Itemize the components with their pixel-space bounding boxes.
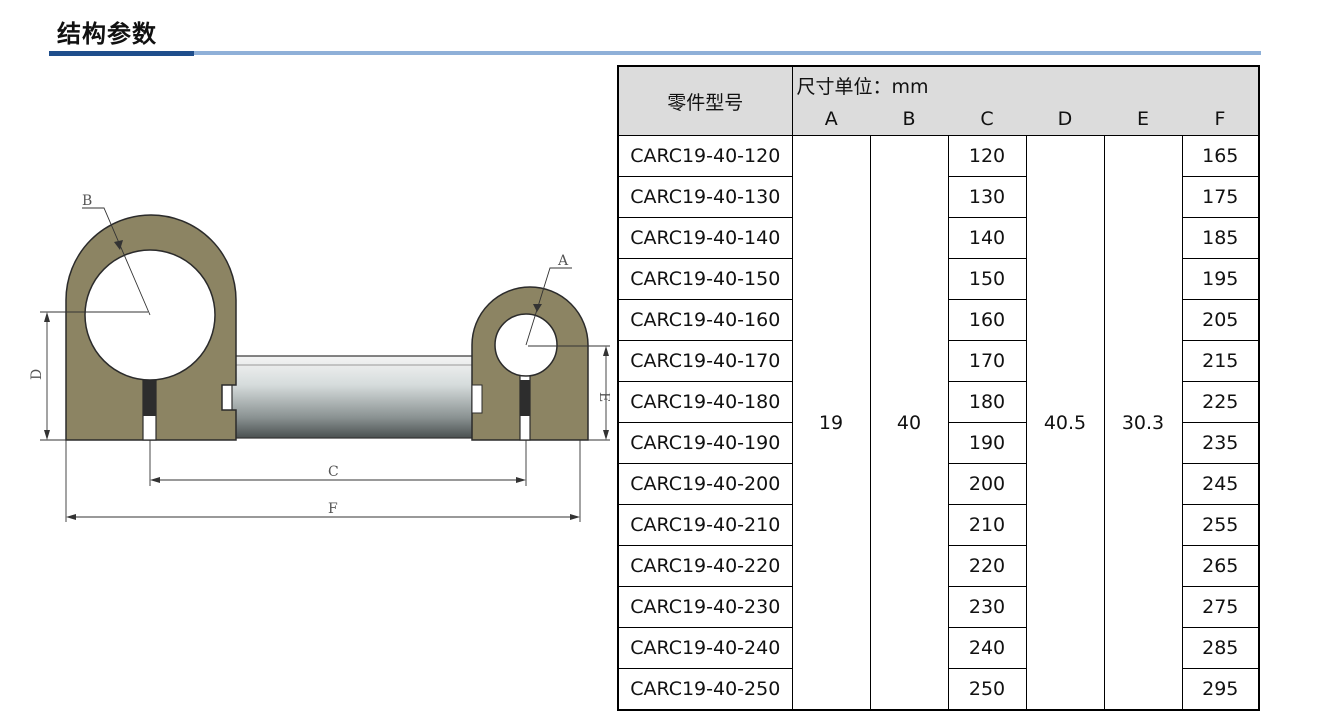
f-value-cell: 225	[1181, 381, 1260, 423]
f-value-cell: 295	[1181, 668, 1260, 711]
part-number-cell: CARC19-40-230	[617, 586, 793, 628]
c-value-cell: 210	[947, 504, 1027, 546]
f-value-cell: 215	[1181, 340, 1260, 382]
part-number-cell: CARC19-40-140	[617, 217, 793, 259]
f-value-cell: 255	[1181, 504, 1260, 546]
header-col-b: B	[870, 103, 948, 136]
part-number-cell: CARC19-40-170	[617, 340, 793, 382]
label-b: B	[82, 193, 92, 209]
part-number-cell: CARC19-40-200	[617, 463, 793, 505]
c-value-cell: 120	[947, 135, 1027, 177]
c-value-cell: 130	[947, 176, 1027, 218]
c-value-cell: 220	[947, 545, 1027, 587]
c-value-cell: 180	[947, 381, 1027, 423]
part-number-cell: CARC19-40-180	[617, 381, 793, 423]
part-number-cell: CARC19-40-160	[617, 299, 793, 341]
label-f: F	[328, 501, 338, 517]
connecting-rod	[231, 355, 479, 439]
label-c: C	[328, 464, 339, 480]
header-col-c: C	[948, 103, 1026, 136]
part-number-cell: CARC19-40-220	[617, 545, 793, 587]
label-d: D	[29, 369, 45, 380]
part-number-cell: CARC19-40-150	[617, 258, 793, 300]
c-value-cell: 230	[947, 586, 1027, 628]
header-col-f: F	[1182, 103, 1259, 136]
clamp-dimension-drawing: B A C F D E	[29, 193, 610, 522]
header-part-number: 零件型号	[617, 65, 793, 136]
f-value-cell: 175	[1181, 176, 1260, 218]
c-value-cell: 250	[947, 668, 1027, 711]
part-number-cell: CARC19-40-130	[617, 176, 793, 218]
shared-e-cell: 30.3	[1103, 135, 1183, 711]
f-value-cell: 165	[1181, 135, 1260, 177]
c-value-cell: 150	[947, 258, 1027, 300]
c-value-cell: 190	[947, 422, 1027, 464]
f-value-cell: 185	[1181, 217, 1260, 259]
f-value-cell: 195	[1181, 258, 1260, 300]
part-number-cell: CARC19-40-240	[617, 627, 793, 669]
label-a: A	[557, 253, 569, 269]
f-value-cell: 235	[1181, 422, 1260, 464]
table-row: CARC19-40-120 19 40 120 40.5 30.3 165	[617, 135, 1260, 711]
shared-b-cell: 40	[869, 135, 949, 711]
c-value-cell: 200	[947, 463, 1027, 505]
label-e: E	[596, 392, 610, 402]
title-underline	[49, 51, 1261, 55]
c-value-cell: 170	[947, 340, 1027, 382]
part-number-cell: CARC19-40-210	[617, 504, 793, 546]
header-col-a: A	[791, 103, 870, 136]
shared-d-cell: 40.5	[1025, 135, 1105, 711]
part-number-cell: CARC19-40-120	[617, 135, 793, 177]
f-value-cell: 275	[1181, 586, 1260, 628]
header-col-d: D	[1026, 103, 1104, 136]
f-value-cell: 265	[1181, 545, 1260, 587]
part-number-cell: CARC19-40-190	[617, 422, 793, 464]
c-value-cell: 160	[947, 299, 1027, 341]
part-number-cell: CARC19-40-250	[617, 668, 793, 711]
title-underline-accent	[49, 51, 194, 56]
page-title: 结构参数	[57, 20, 157, 48]
f-value-cell: 285	[1181, 627, 1260, 669]
c-value-cell: 240	[947, 627, 1027, 669]
header-col-e: E	[1104, 103, 1182, 136]
header-unit: 尺寸单位：mm	[791, 65, 1260, 103]
spec-table: 零件型号 尺寸单位：mm A B C D E F CARC19-40-120 19…	[617, 65, 1260, 711]
f-value-cell: 245	[1181, 463, 1260, 505]
f-value-cell: 205	[1181, 299, 1260, 341]
shared-a-cell: 19	[791, 135, 871, 711]
c-value-cell: 140	[947, 217, 1027, 259]
